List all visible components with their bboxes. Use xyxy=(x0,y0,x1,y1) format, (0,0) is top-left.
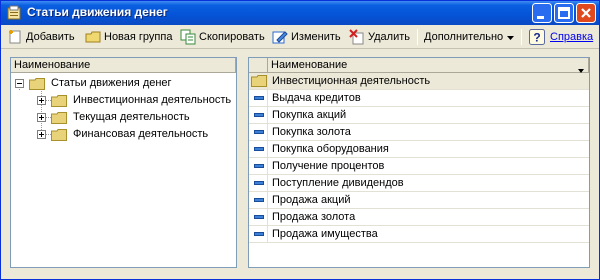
expand-icon[interactable] xyxy=(37,130,46,139)
list-icon-cell xyxy=(249,90,268,106)
toolbar-separator xyxy=(417,29,418,45)
folder-icon xyxy=(51,112,67,124)
new-group-button[interactable]: Новая группа xyxy=(85,28,172,46)
item-marker-icon xyxy=(254,164,264,168)
item-marker-icon xyxy=(254,215,264,219)
list-item[interactable]: Продажа золота xyxy=(249,209,589,226)
folder-icon xyxy=(251,75,267,90)
tree-item-current[interactable]: Текущая деятельность xyxy=(11,109,236,126)
list-icon-cell xyxy=(249,192,268,208)
add-label: Добавить xyxy=(26,31,75,43)
expand-icon[interactable] xyxy=(37,113,46,122)
list-icon-cell xyxy=(249,141,268,157)
list-item[interactable]: Получение процентов xyxy=(249,158,589,175)
minimize-button[interactable] xyxy=(532,3,552,23)
expand-icon[interactable] xyxy=(37,96,46,105)
list-column-header[interactable]: Наименование xyxy=(268,58,589,73)
list-item-label: Продажа имущества xyxy=(272,228,378,240)
title-bar[interactable]: Статьи движения денег xyxy=(1,1,599,25)
list-icon-cell xyxy=(249,124,268,140)
delete-icon xyxy=(349,29,365,45)
list-item-label: Покупка золота xyxy=(272,126,351,138)
tree-root-label: Статьи движения денег xyxy=(51,77,172,89)
tree-item-financial[interactable]: Финансовая деятельность xyxy=(11,126,236,143)
more-label: Дополнительно xyxy=(424,31,504,43)
window-title: Статьи движения денег xyxy=(27,5,168,19)
list-item-label: Получение процентов xyxy=(272,160,385,172)
delete-button[interactable]: Удалить xyxy=(349,28,410,46)
list-item[interactable]: Продажа акций xyxy=(249,192,589,209)
list-icon-cell xyxy=(249,226,268,242)
more-dropdown[interactable]: Дополнительно xyxy=(424,28,515,46)
folder-icon xyxy=(51,95,67,107)
copy-icon xyxy=(180,29,196,45)
list-item[interactable]: Покупка оборудования xyxy=(249,141,589,158)
dropdown-arrow-icon xyxy=(507,31,515,43)
list-icon-cell xyxy=(249,107,268,123)
tree-root[interactable]: Статьи движения денег xyxy=(11,75,236,92)
icon-column-header[interactable] xyxy=(249,58,268,73)
item-marker-icon xyxy=(254,147,264,151)
svg-text:?: ? xyxy=(533,31,540,45)
list-icon-cell xyxy=(249,73,268,89)
item-marker-icon xyxy=(254,96,264,100)
item-marker-icon xyxy=(254,181,264,185)
list-item-label: Поступление дивидендов xyxy=(272,177,404,189)
list-column-header-label: Наименование xyxy=(271,59,348,71)
add-icon xyxy=(7,29,23,45)
tree-item-investment[interactable]: Инвестиционная деятельность xyxy=(11,92,236,109)
new-group-label: Новая группа xyxy=(104,31,173,43)
tree-column-header[interactable]: Наименование xyxy=(11,58,236,73)
help-link[interactable]: Справка xyxy=(550,31,593,43)
item-marker-icon xyxy=(254,113,264,117)
list-item-label: Продажа золота xyxy=(272,211,356,223)
folder-app-icon xyxy=(6,5,22,21)
list-group-label: Инвестиционная деятельность xyxy=(272,75,431,87)
list-icon-cell xyxy=(249,175,268,191)
list-item-label: Выдача кредитов xyxy=(272,92,361,104)
toolbar: Добавить Новая группа Скопировать Измени… xyxy=(1,25,599,49)
add-button[interactable]: Добавить xyxy=(7,28,75,46)
copy-button[interactable]: Скопировать xyxy=(180,28,265,46)
list-icon-cell xyxy=(249,209,268,225)
folder-icon xyxy=(51,129,67,141)
item-marker-icon xyxy=(254,130,264,134)
list-icon-cell xyxy=(249,158,268,174)
item-marker-icon xyxy=(254,232,264,236)
groups-tree[interactable]: Наименование Статьи движения денег Инвес… xyxy=(10,57,237,268)
list-item[interactable]: Продажа имущества xyxy=(249,226,589,243)
help-button[interactable]: ? Справка xyxy=(529,28,593,46)
close-button[interactable] xyxy=(576,3,596,23)
maximize-button[interactable] xyxy=(554,3,574,23)
list-item[interactable]: Поступление дивидендов xyxy=(249,175,589,192)
item-marker-icon xyxy=(254,198,264,202)
tree-item-label: Инвестиционная деятельность xyxy=(73,94,232,106)
list-item[interactable]: Выдача кредитов xyxy=(249,90,589,107)
items-list[interactable]: Наименование Инвестиционная деятельность… xyxy=(248,57,590,268)
list-item[interactable]: Покупка золота xyxy=(249,124,589,141)
collapse-icon[interactable] xyxy=(15,79,24,88)
list-item[interactable]: Покупка акций xyxy=(249,107,589,124)
delete-label: Удалить xyxy=(368,31,410,43)
edit-icon xyxy=(272,29,288,45)
edit-button[interactable]: Изменить xyxy=(272,28,341,46)
list-item-label: Продажа акций xyxy=(272,194,351,206)
list-group-row[interactable]: Инвестиционная деятельность xyxy=(249,73,589,90)
help-icon: ? xyxy=(529,29,545,45)
list-item-label: Покупка оборудования xyxy=(272,143,389,155)
tree-item-label: Финансовая деятельность xyxy=(73,128,209,140)
list-item-label: Покупка акций xyxy=(272,109,347,121)
folder-icon xyxy=(29,78,45,90)
toolbar-separator xyxy=(521,29,522,45)
tree-item-label: Текущая деятельность xyxy=(73,111,190,123)
edit-label: Изменить xyxy=(291,31,341,43)
new-folder-icon xyxy=(85,29,101,45)
main-window: Статьи движения денег Добавить Новая гру… xyxy=(0,0,600,280)
copy-label: Скопировать xyxy=(199,31,265,43)
